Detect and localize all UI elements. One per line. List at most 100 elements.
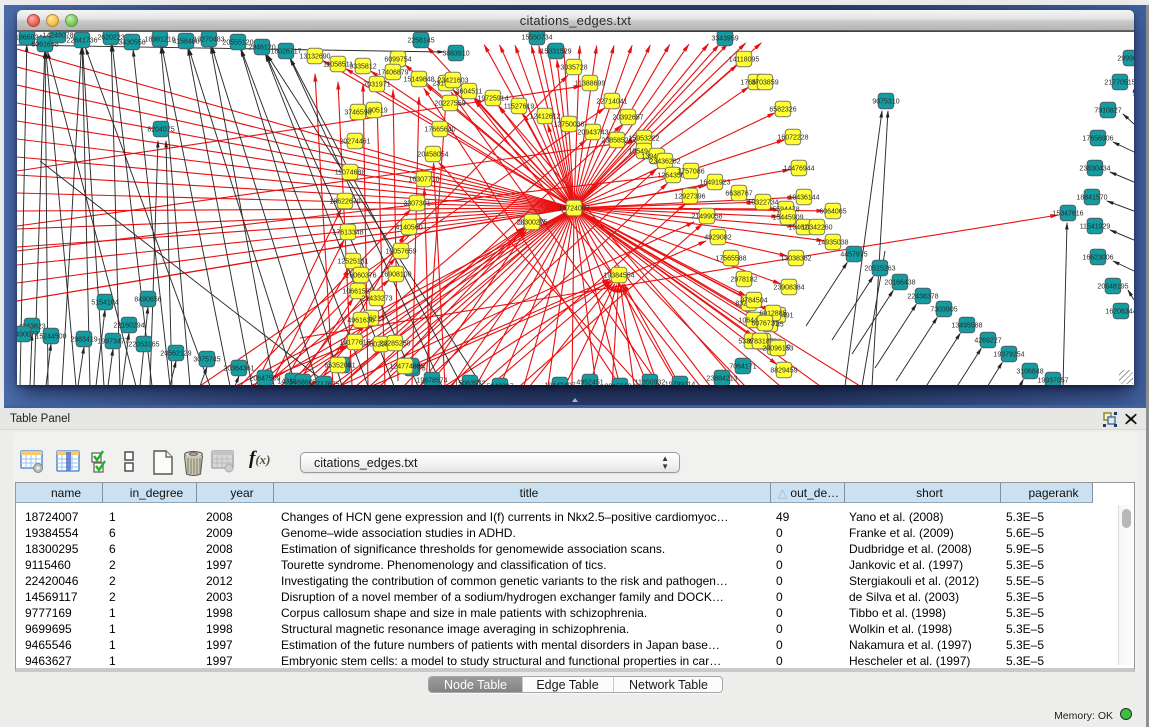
svg-text:21499058: 21499058 bbox=[691, 213, 722, 220]
svg-text:2978182: 2978182 bbox=[730, 276, 757, 283]
svg-text:19436144: 19436144 bbox=[788, 194, 819, 201]
svg-text:6535209: 6535209 bbox=[324, 362, 351, 369]
svg-text:19142407: 19142407 bbox=[544, 382, 575, 385]
svg-text:8204075: 8204075 bbox=[147, 126, 174, 133]
svg-text:4140560: 4140560 bbox=[395, 224, 422, 231]
svg-text:3307301: 3307301 bbox=[403, 200, 430, 207]
svg-text:12525131: 12525131 bbox=[337, 258, 368, 265]
svg-text:18841570: 18841570 bbox=[1076, 194, 1107, 201]
svg-text:17613348: 17613348 bbox=[332, 229, 363, 236]
svg-text:2999883: 2999883 bbox=[1117, 55, 1134, 62]
svg-text:15953222: 15953222 bbox=[628, 135, 659, 142]
svg-text:15063972: 15063972 bbox=[454, 380, 485, 385]
svg-text:6582326: 6582326 bbox=[769, 106, 796, 113]
svg-text:3343959: 3343959 bbox=[711, 35, 738, 42]
svg-text:23908384: 23908384 bbox=[773, 284, 804, 291]
svg-text:14118095: 14118095 bbox=[729, 56, 760, 63]
svg-text:20166438: 20166438 bbox=[884, 279, 915, 286]
svg-text:22438378: 22438378 bbox=[907, 293, 938, 300]
svg-text:14476944: 14476944 bbox=[783, 165, 814, 172]
svg-text:7303905: 7303905 bbox=[930, 306, 957, 313]
svg-text:18026717: 18026717 bbox=[270, 48, 301, 55]
svg-text:22053165: 22053165 bbox=[128, 341, 159, 348]
svg-text:16206344: 16206344 bbox=[1105, 308, 1134, 315]
svg-text:8490656: 8490656 bbox=[134, 296, 161, 303]
svg-text:3883910: 3883910 bbox=[442, 50, 469, 57]
svg-text:21433273: 21433273 bbox=[361, 295, 392, 302]
svg-text:20227559: 20227559 bbox=[434, 100, 465, 107]
svg-text:3430558: 3430558 bbox=[118, 39, 145, 46]
svg-text:11388699: 11388699 bbox=[575, 80, 606, 87]
svg-text:16072228: 16072228 bbox=[777, 134, 808, 141]
svg-text:11527619: 11527619 bbox=[504, 103, 535, 110]
svg-text:20156684: 20156684 bbox=[604, 383, 635, 385]
svg-text:16307710: 16307710 bbox=[408, 176, 439, 183]
svg-text:16623006: 16623006 bbox=[1082, 254, 1113, 261]
svg-text:20274461: 20274461 bbox=[339, 138, 370, 145]
svg-text:18622670: 18622670 bbox=[329, 198, 360, 205]
svg-text:9335812: 9335812 bbox=[349, 63, 376, 70]
svg-text:5154104: 5154104 bbox=[91, 299, 118, 306]
svg-text:4457975: 4457975 bbox=[840, 251, 867, 258]
svg-text:17656906: 17656906 bbox=[1082, 135, 1113, 142]
svg-text:5840397: 5840397 bbox=[486, 383, 513, 385]
svg-text:6076731: 6076731 bbox=[751, 320, 778, 327]
svg-text:20648195: 20648195 bbox=[1097, 283, 1128, 290]
svg-text:15550734: 15550734 bbox=[521, 34, 552, 41]
svg-text:20943743: 20943743 bbox=[577, 129, 608, 136]
svg-text:18981216: 18981216 bbox=[144, 36, 175, 43]
svg-text:19384554: 19384554 bbox=[603, 272, 634, 279]
svg-text:6064065: 6064065 bbox=[819, 208, 846, 215]
svg-text:8829459: 8829459 bbox=[770, 367, 797, 374]
svg-text:3746598: 3746598 bbox=[344, 109, 371, 116]
svg-text:19725914: 19725914 bbox=[477, 95, 508, 102]
svg-text:20364361: 20364361 bbox=[223, 365, 254, 372]
svg-text:19799114: 19799114 bbox=[665, 381, 696, 385]
svg-text:23436262: 23436262 bbox=[649, 158, 680, 165]
svg-text:12412612: 12412612 bbox=[529, 113, 560, 120]
svg-text:22714041: 22714041 bbox=[596, 98, 627, 105]
svg-text:17406879: 17406879 bbox=[377, 69, 408, 76]
svg-text:12927396: 12927396 bbox=[674, 193, 705, 200]
svg-text:20458054: 20458054 bbox=[417, 151, 448, 158]
svg-text:22160294: 22160294 bbox=[113, 322, 144, 329]
svg-text:4952451: 4952451 bbox=[576, 379, 603, 385]
svg-text:15347616: 15347616 bbox=[1052, 210, 1083, 217]
svg-text:7910827: 7910827 bbox=[1094, 107, 1121, 114]
svg-text:13132690: 13132690 bbox=[299, 53, 330, 60]
svg-text:6638767: 6638767 bbox=[725, 190, 752, 197]
svg-text:10057659: 10057659 bbox=[385, 248, 416, 255]
svg-text:10717675: 10717675 bbox=[308, 381, 339, 385]
svg-text:4929082: 4929082 bbox=[704, 234, 731, 241]
svg-text:20515263: 20515263 bbox=[864, 265, 895, 272]
svg-text:19973477: 19973477 bbox=[97, 338, 128, 345]
svg-text:23096153: 23096153 bbox=[762, 345, 793, 352]
svg-text:16908100: 16908100 bbox=[380, 271, 411, 278]
svg-text:15244500: 15244500 bbox=[35, 333, 66, 340]
svg-text:20392657: 20392657 bbox=[612, 114, 643, 121]
svg-text:2258145: 2258145 bbox=[407, 37, 434, 44]
svg-text:13495588: 13495588 bbox=[951, 322, 982, 329]
svg-text:23830434: 23830434 bbox=[1079, 165, 1110, 172]
svg-text:10342260: 10342260 bbox=[801, 224, 832, 231]
svg-text:19937057: 19937057 bbox=[1037, 377, 1068, 384]
svg-text:16060376: 16060376 bbox=[345, 272, 376, 279]
svg-text:23300275: 23300275 bbox=[516, 219, 547, 226]
svg-text:23884213: 23884213 bbox=[706, 375, 737, 382]
svg-text:13038362: 13038362 bbox=[780, 255, 811, 262]
svg-text:1757086: 1757086 bbox=[677, 168, 704, 175]
svg-text:4961630: 4961630 bbox=[347, 317, 374, 324]
svg-text:11350932: 11350932 bbox=[635, 379, 666, 385]
svg-text:7064171: 7064171 bbox=[729, 363, 756, 370]
svg-text:4269227: 4269227 bbox=[974, 337, 1001, 344]
svg-text:10322734: 10322734 bbox=[747, 199, 778, 206]
svg-text:14935038: 14935038 bbox=[817, 239, 848, 246]
svg-text:15149848: 15149848 bbox=[403, 76, 434, 83]
svg-text:19379254: 19379254 bbox=[993, 351, 1024, 358]
svg-text:8783180: 8783180 bbox=[746, 338, 773, 345]
svg-text:3703859: 3703859 bbox=[751, 79, 778, 86]
svg-text:17665640: 17665640 bbox=[424, 126, 455, 133]
svg-text:22841736: 22841736 bbox=[66, 37, 97, 44]
svg-text:12477488: 12477488 bbox=[389, 363, 420, 370]
svg-text:3784504: 3784504 bbox=[740, 297, 767, 304]
